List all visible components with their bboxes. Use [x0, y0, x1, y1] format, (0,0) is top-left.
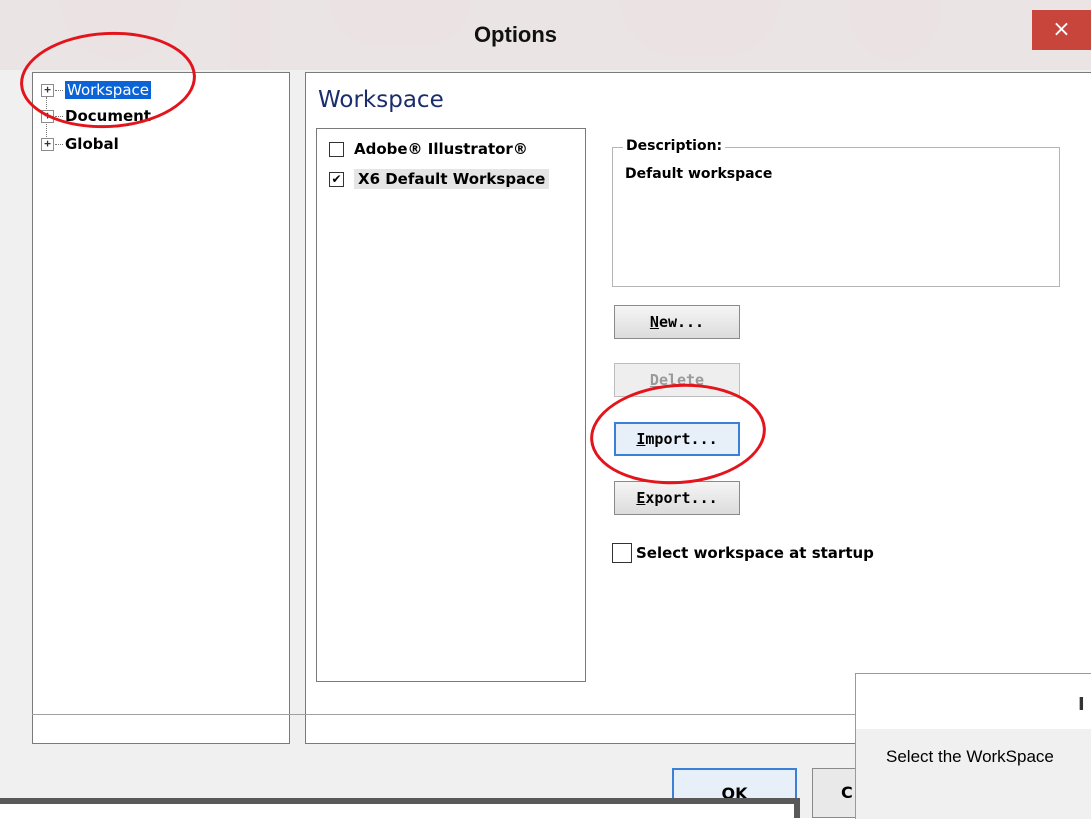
window-title: Options — [473, 22, 558, 47]
startup-option[interactable]: Select workspace at startup — [612, 543, 874, 563]
description-text: Default workspace — [625, 166, 773, 182]
workspace-list[interactable]: Adobe® Illustrator® ✔ X6 Default Workspa… — [316, 128, 586, 682]
close-icon: × — [1052, 17, 1071, 42]
cancel-label: C — [841, 783, 853, 802]
tree-item-workspace[interactable]: + Workspace — [41, 79, 151, 101]
title-bar: Options × — [0, 0, 1091, 70]
tree-item-label: Workspace — [65, 81, 151, 99]
import-accel: I — [636, 430, 646, 448]
export-label: xport... — [645, 489, 718, 507]
workspace-checkbox[interactable] — [329, 141, 344, 157]
import-dialog-body: Select the WorkSpace — [856, 729, 1091, 819]
import-dialog: I Select the WorkSpace — [855, 673, 1091, 819]
import-label: mport... — [645, 430, 718, 448]
description-legend: Description: — [623, 138, 726, 154]
delete-accel: D — [649, 371, 659, 389]
tree-item-global[interactable]: + Global — [41, 133, 119, 155]
workspace-panel: Workspace Adobe® Illustrator® ✔ X6 Defau… — [305, 72, 1091, 744]
tree-item-label: Global — [65, 135, 119, 153]
options-tree[interactable]: + Workspace + Document + Global — [32, 72, 290, 744]
expand-icon[interactable]: + — [41, 109, 54, 123]
panel-title: Workspace — [318, 87, 444, 113]
list-item[interactable]: Adobe® Illustrator® — [329, 137, 528, 161]
new-button[interactable]: New... — [614, 305, 740, 339]
workspace-label: X6 Default Workspace — [354, 169, 550, 189]
tree-connector — [55, 89, 63, 91]
caption-overlay — [0, 798, 800, 818]
export-accel: E — [636, 489, 646, 507]
tree-item-document[interactable]: + Document — [41, 105, 151, 127]
workspace-checkbox[interactable]: ✔ — [329, 171, 344, 187]
tree-connector — [55, 115, 63, 117]
startup-label: Select workspace at startup — [636, 544, 874, 562]
workspace-label: Adobe® Illustrator® — [354, 140, 528, 158]
import-dialog-text: Select the WorkSpace — [886, 747, 1054, 766]
new-label: ew... — [658, 313, 705, 331]
expand-icon[interactable]: + — [41, 83, 54, 97]
delete-label: elete — [658, 371, 705, 389]
startup-checkbox[interactable] — [612, 543, 632, 563]
new-accel: N — [649, 313, 659, 331]
list-item[interactable]: ✔ X6 Default Workspace — [329, 167, 550, 191]
tree-item-label: Document — [65, 107, 151, 125]
import-dialog-title: I — [1078, 694, 1085, 715]
tree-connector — [55, 143, 63, 145]
expand-icon[interactable]: + — [41, 137, 54, 151]
close-button[interactable]: × — [1032, 10, 1091, 50]
delete-button: Delete — [614, 363, 740, 397]
import-button[interactable]: Import... — [614, 422, 740, 456]
description-group: Description: Default workspace — [612, 138, 1060, 287]
export-button[interactable]: Export... — [614, 481, 740, 515]
